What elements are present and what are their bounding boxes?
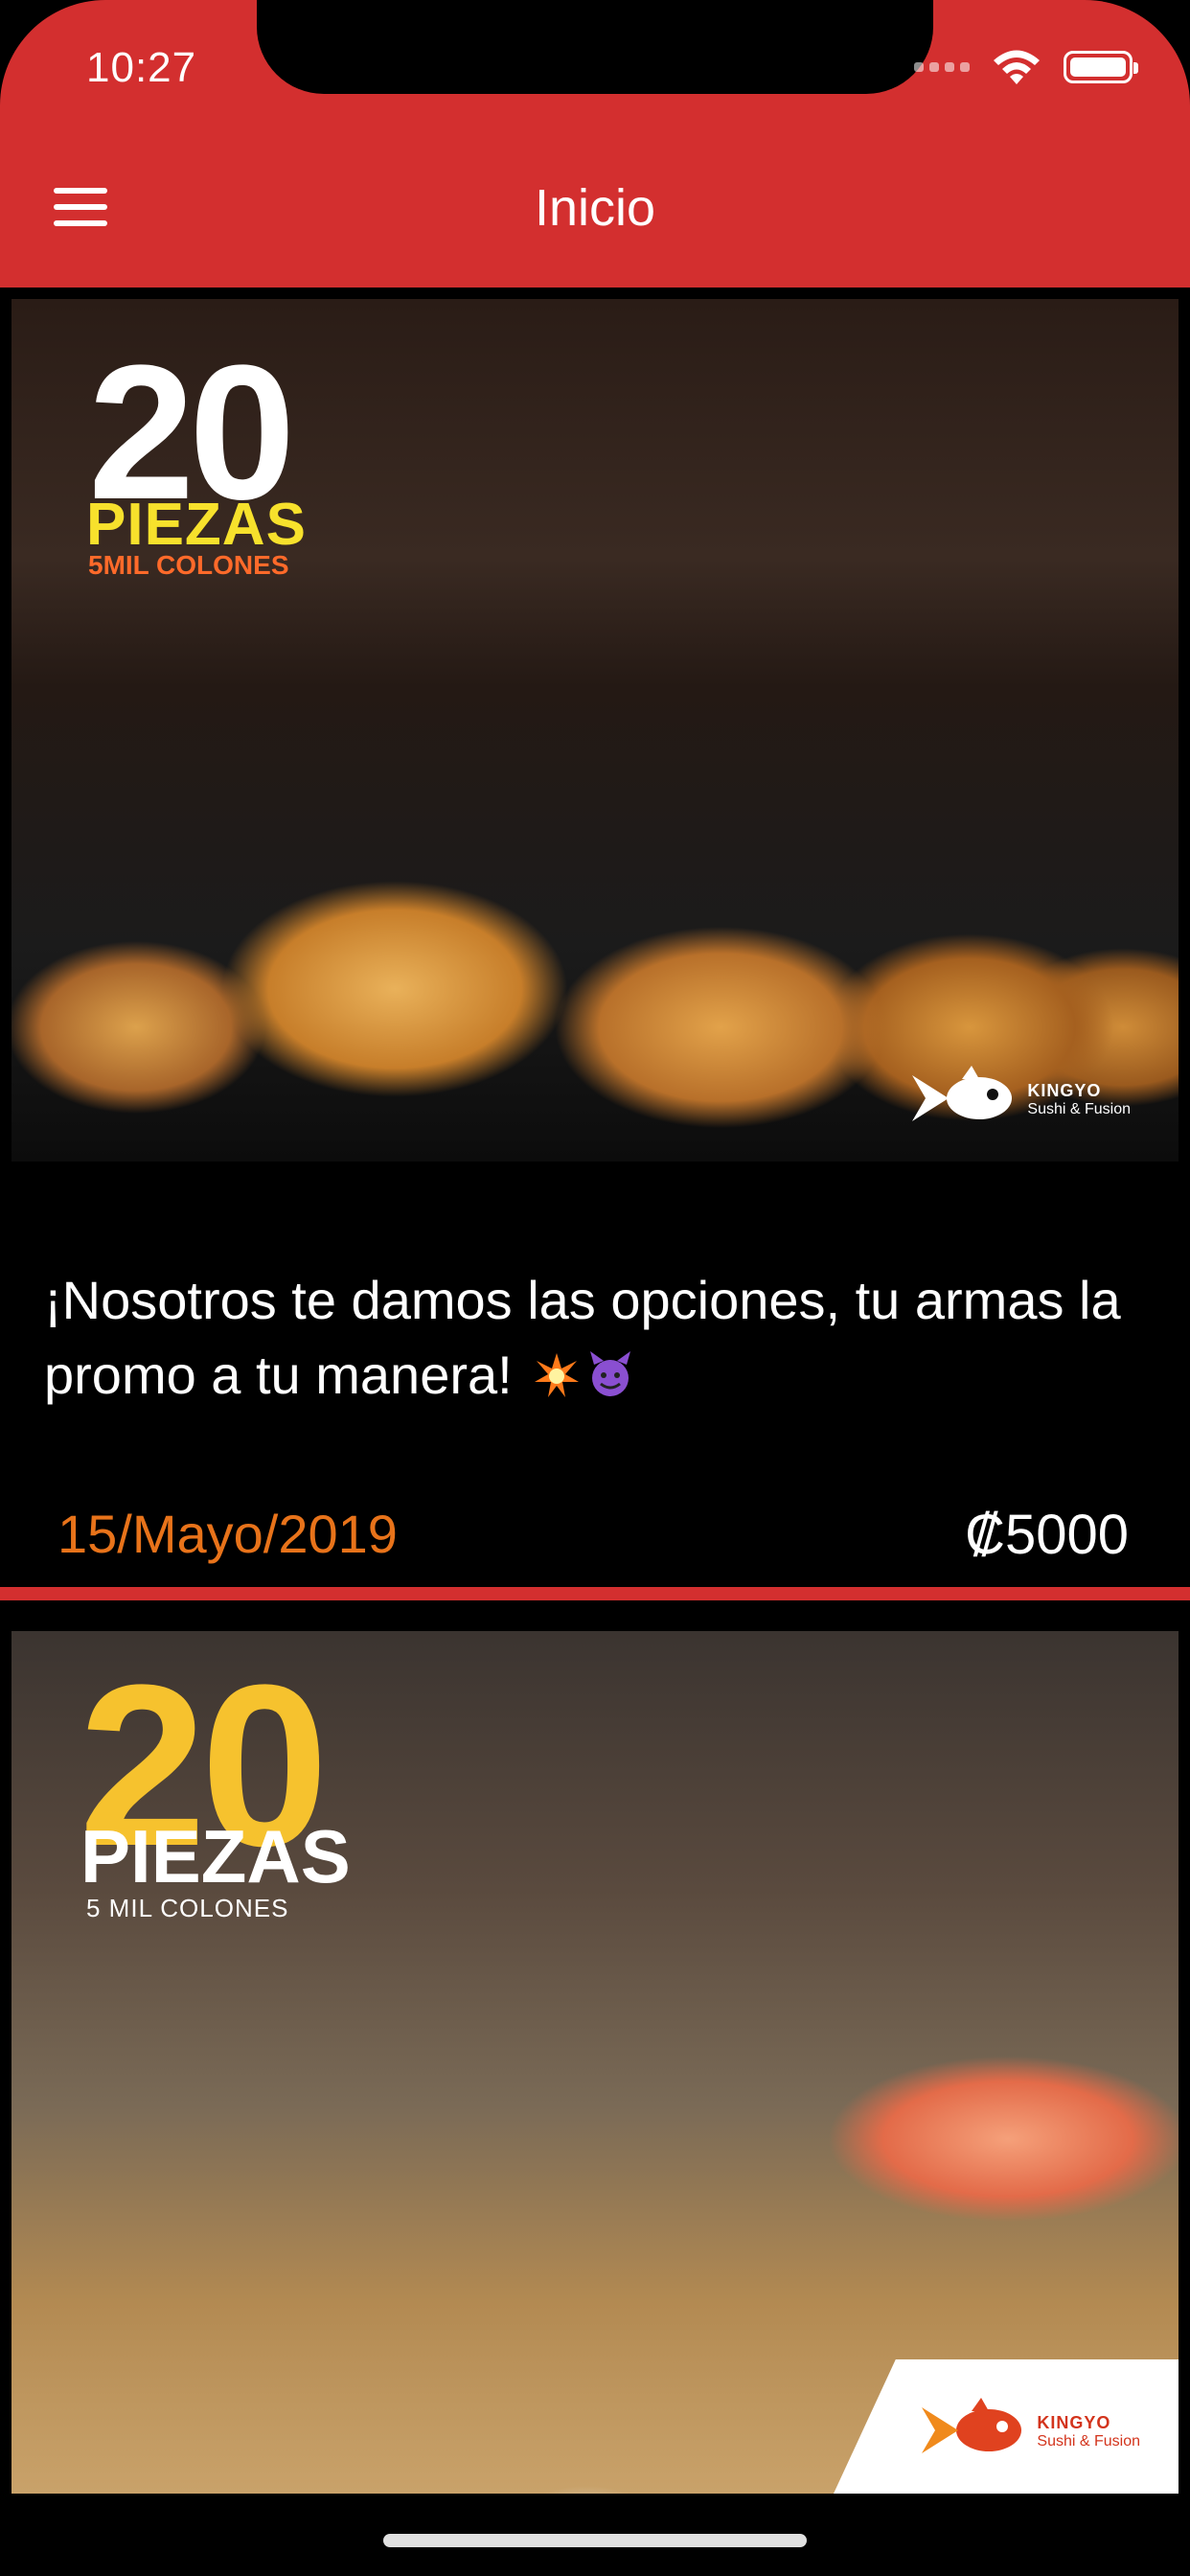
top-bar: 10:27 Inicio [0, 0, 1190, 288]
post-price: ₡5000 [965, 1504, 1129, 1566]
status-icons [914, 48, 1138, 86]
app-screen: 10:27 Inicio 20 PIEZAS 5MIL COLONES KING… [0, 0, 1190, 2576]
signal-icon [914, 62, 970, 72]
promo-image-2[interactable]: 20 PIEZAS 5 MIL COLONES KINGYO Sushi & F… [11, 1631, 1179, 2494]
logo-tagline: Sushi & Fusion [1037, 2433, 1140, 2450]
brand-logo: KINGYO Sushi & Fusion [914, 2394, 1140, 2471]
page-title: Inicio [534, 179, 656, 237]
logo-tagline: Sushi & Fusion [1027, 1101, 1131, 1118]
promo-label: PIEZAS [80, 1814, 351, 1898]
post-description: ¡Nosotros te damos las opciones, tu arma… [44, 1263, 1146, 1414]
devil-emoji-icon [590, 1351, 631, 1397]
promo-image-1[interactable]: 20 PIEZAS 5MIL COLONES KINGYO Sushi & Fu… [11, 299, 1179, 1162]
fish-logo-icon [922, 2398, 1022, 2453]
promo-sub: 5MIL COLONES [88, 550, 289, 580]
wifi-icon [994, 50, 1040, 84]
fish-logo-icon [912, 1066, 1013, 1121]
notch [257, 0, 933, 94]
brand-logo: KINGYO Sushi & Fusion [904, 1062, 1131, 1138]
post-description-text: ¡Nosotros te damos las opciones, tu arma… [44, 1270, 1121, 1406]
battery-icon [1064, 51, 1138, 83]
logo-name: KINGYO [1037, 2413, 1111, 2433]
promo-label: PIEZAS [86, 492, 307, 558]
collision-emoji-icon [535, 1353, 580, 1398]
card-divider [0, 1587, 1190, 1600]
post-date: 15/Mayo/2019 [57, 1504, 398, 1564]
status-time: 10:27 [86, 44, 197, 91]
promo-sub: 5 MIL COLONES [86, 1894, 289, 1922]
home-indicator[interactable] [383, 2534, 807, 2547]
logo-name: KINGYO [1027, 1081, 1102, 1101]
